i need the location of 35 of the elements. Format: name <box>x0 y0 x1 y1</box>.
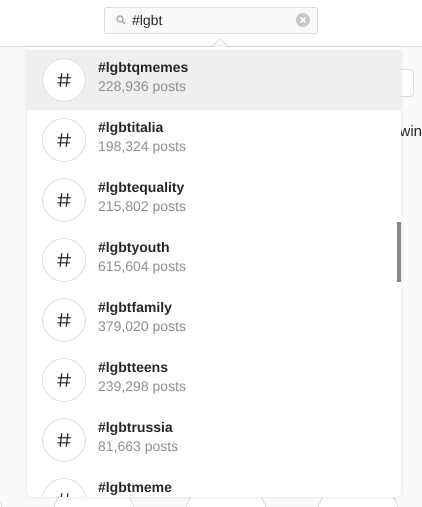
hashtag-icon <box>42 418 86 462</box>
hashtag-icon <box>42 238 86 282</box>
hashtag-icon <box>42 178 86 222</box>
hashtag-icon <box>42 298 86 342</box>
post-count: 81,663 posts <box>98 439 178 454</box>
scrollbar[interactable] <box>397 222 401 282</box>
hashtag-name: #lgbtteens <box>98 360 170 375</box>
hashtag-result[interactable]: #lgbtteens 239,298 posts <box>27 350 401 410</box>
post-count: 215,802 posts <box>98 199 186 214</box>
post-count: 379,020 posts <box>98 319 186 334</box>
hashtag-result[interactable]: #lgbtyouth 615,604 posts <box>27 230 401 290</box>
hashtag-name: #lgbtqmemes <box>98 60 188 75</box>
hashtag-result[interactable]: #lgbtitalia 198,324 posts <box>27 110 401 170</box>
hashtag-icon <box>42 118 86 162</box>
search-field[interactable]: #lgbt <box>104 6 318 34</box>
post-count: 228,936 posts <box>98 79 187 94</box>
hashtag-icon <box>42 358 86 402</box>
hashtag-icon <box>42 58 86 102</box>
hashtag-name: #lgbtfamily <box>98 300 173 315</box>
hashtag-name: #lgbtitalia <box>98 120 164 135</box>
hashtag-name: #lgbtrussia <box>98 420 174 435</box>
hashtag-result[interactable]: #lgbtqmemes 228,936 posts <box>27 50 401 110</box>
hashtag-result[interactable]: #lgbtrussia 81,663 posts <box>27 410 401 470</box>
hashtag-name: #lgbtequality <box>98 180 186 195</box>
search-icon <box>116 15 126 25</box>
hashtag-name: #lgbtmeme <box>98 480 172 495</box>
hashtag-result[interactable]: #lgbtequality 215,802 posts <box>27 170 401 230</box>
post-count: 239,298 posts <box>98 379 186 394</box>
post-count: 198,324 posts <box>98 139 186 154</box>
hashtag-result[interactable]: #lgbtmeme <box>27 470 401 497</box>
hashtag-name: #lgbtyouth <box>98 240 171 255</box>
post-count: 615,604 posts <box>98 259 186 274</box>
clear-icon[interactable] <box>296 13 310 27</box>
hashtag-result[interactable]: #lgbtfamily 379,020 posts <box>27 290 401 350</box>
search-input[interactable]: #lgbt <box>132 12 290 28</box>
